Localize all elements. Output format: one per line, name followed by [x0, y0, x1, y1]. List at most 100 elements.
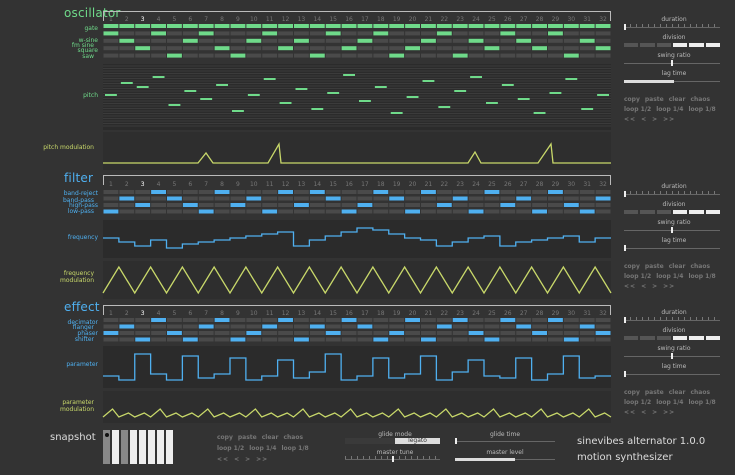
snapshot-loop-eighth-button[interactable]: loop 1/8: [281, 445, 308, 452]
osc-duration-slider[interactable]: [624, 23, 720, 31]
snapshot-slot-2[interactable]: [112, 430, 119, 464]
osc-loop-half-button[interactable]: loop 1/2: [624, 106, 651, 113]
osc-swing-ratio-slider[interactable]: [624, 59, 720, 67]
osc-lag-time-slider[interactable]: [624, 77, 720, 85]
effect-chaos-button[interactable]: chaos: [690, 389, 710, 396]
master-level-slider[interactable]: [455, 455, 555, 463]
effect-lag-time-slider[interactable]: [624, 370, 720, 378]
filter-lag-time-slider[interactable]: [624, 244, 720, 252]
effect-fwd-icon[interactable]: >: [652, 409, 658, 416]
osc-division-selector[interactable]: [624, 43, 720, 47]
grid-cell-active: [405, 46, 420, 51]
grid-cell-active: [452, 318, 468, 322]
filter-chaos-button[interactable]: chaos: [690, 263, 710, 270]
snapshot-slot-3[interactable]: [121, 430, 128, 464]
grid-cell: [468, 318, 484, 322]
effect-fwd-fast-icon[interactable]: >>: [663, 409, 675, 416]
filter-copy-button[interactable]: copy: [624, 263, 640, 270]
effect-paste-button[interactable]: paste: [645, 389, 664, 396]
grid-cell: [182, 190, 198, 194]
effect-copy-button[interactable]: copy: [624, 389, 640, 396]
grid-cell-active: [421, 337, 436, 342]
filter-back-fast-icon[interactable]: <<: [624, 283, 636, 290]
snapshot-chaos-button[interactable]: chaos: [283, 434, 303, 441]
effect-back-icon[interactable]: <: [641, 409, 647, 416]
snapshot-back-icon[interactable]: <: [234, 456, 240, 463]
osc-waveform-grid[interactable]: [103, 24, 611, 62]
step-number: 23: [456, 16, 464, 23]
effect-swing-ratio-slider[interactable]: [624, 352, 720, 360]
filter-fwd-icon[interactable]: >: [652, 283, 658, 290]
snapshot-slot-5[interactable]: [139, 430, 146, 464]
effect-clear-button[interactable]: clear: [669, 389, 686, 396]
step-number: 12: [281, 181, 290, 188]
osc-copy-button[interactable]: copy: [624, 96, 640, 103]
snapshot-loop-half-button[interactable]: loop 1/2: [217, 445, 244, 452]
glide-time-slider[interactable]: [455, 437, 555, 445]
osc-chaos-button[interactable]: chaos: [690, 96, 710, 103]
filter-loop-eighth-button[interactable]: loop 1/8: [688, 273, 715, 280]
effect-back-fast-icon[interactable]: <<: [624, 409, 636, 416]
step-number: 13: [297, 181, 306, 188]
snapshot-slot-8[interactable]: [166, 430, 173, 464]
osc-loop-quarter-button[interactable]: loop 1/4: [656, 106, 683, 113]
grid-cell: [452, 203, 468, 207]
parameter-lane[interactable]: [103, 346, 611, 388]
filter-division-selector[interactable]: [624, 210, 720, 214]
effect-loop-quarter-button[interactable]: loop 1/4: [656, 399, 683, 406]
snapshot-slot-4[interactable]: [130, 430, 137, 464]
snapshot-slot-7[interactable]: [157, 430, 164, 464]
grid-cell: [119, 331, 135, 335]
filter-duration-slider[interactable]: [624, 190, 720, 198]
snapshot-paste-button[interactable]: paste: [238, 434, 257, 441]
frequency-lane[interactable]: [103, 220, 611, 258]
snapshot-slots[interactable]: [103, 430, 173, 464]
glide-mode-legato-button[interactable]: legato: [395, 438, 440, 444]
filter-clear-button[interactable]: clear: [669, 263, 686, 270]
effect-loop-half-button[interactable]: loop 1/2: [624, 399, 651, 406]
osc-paste-button[interactable]: paste: [645, 96, 664, 103]
grid-cell: [198, 190, 214, 194]
filter-fwd-fast-icon[interactable]: >>: [663, 283, 675, 290]
step-number: 27: [519, 16, 528, 23]
effect-type-grid[interactable]: [103, 318, 611, 344]
effect-division-selector[interactable]: [624, 336, 720, 340]
pitch-mod-lane[interactable]: [103, 132, 611, 170]
grid-cell: [230, 209, 246, 214]
step-number: 18: [376, 16, 385, 23]
step-number: 32: [599, 310, 607, 317]
snapshot-copy-button[interactable]: copy: [217, 434, 233, 441]
osc-fwd-icon[interactable]: >: [652, 116, 658, 123]
filter-loop-quarter-button[interactable]: loop 1/4: [656, 273, 683, 280]
osc-clear-button[interactable]: clear: [669, 96, 686, 103]
osc-fwd-fast-icon[interactable]: >>: [663, 116, 675, 123]
grid-cell-active: [278, 46, 293, 51]
grid-cell-active: [230, 337, 246, 342]
osc-loop-eighth-button[interactable]: loop 1/8: [688, 106, 715, 113]
step-number: 29: [551, 181, 560, 188]
filter-paste-button[interactable]: paste: [645, 263, 664, 270]
effect-loop-eighth-button[interactable]: loop 1/8: [688, 399, 715, 406]
filter-swing-ratio-slider[interactable]: [624, 226, 720, 234]
osc-back-icon[interactable]: <: [641, 116, 647, 123]
glide-mode-off-segment[interactable]: [345, 438, 395, 444]
snapshot-fwd-fast-icon[interactable]: >>: [256, 456, 268, 463]
snapshot-clear-button[interactable]: clear: [262, 434, 279, 441]
master-tune-slider[interactable]: [345, 455, 440, 463]
pitch-note: [327, 92, 340, 94]
filter-back-icon[interactable]: <: [641, 283, 647, 290]
pitch-lane[interactable]: [103, 64, 611, 130]
filter-loop-half-button[interactable]: loop 1/2: [624, 273, 651, 280]
snapshot-slot-6[interactable]: [148, 430, 155, 464]
step-number: 10: [249, 310, 258, 317]
grid-cell: [421, 203, 436, 207]
snapshot-fwd-icon[interactable]: >: [245, 456, 251, 463]
snapshot-loop-quarter-button[interactable]: loop 1/4: [249, 445, 276, 452]
frequency-mod-lane[interactable]: [102, 261, 612, 299]
osc-lag-time-label: lag time: [661, 70, 687, 77]
effect-duration-slider[interactable]: [624, 316, 720, 324]
osc-back-fast-icon[interactable]: <<: [624, 116, 636, 123]
parameter-mod-lane[interactable]: [102, 391, 612, 423]
filter-type-grid[interactable]: [103, 190, 611, 216]
snapshot-back-fast-icon[interactable]: <<: [217, 456, 229, 463]
